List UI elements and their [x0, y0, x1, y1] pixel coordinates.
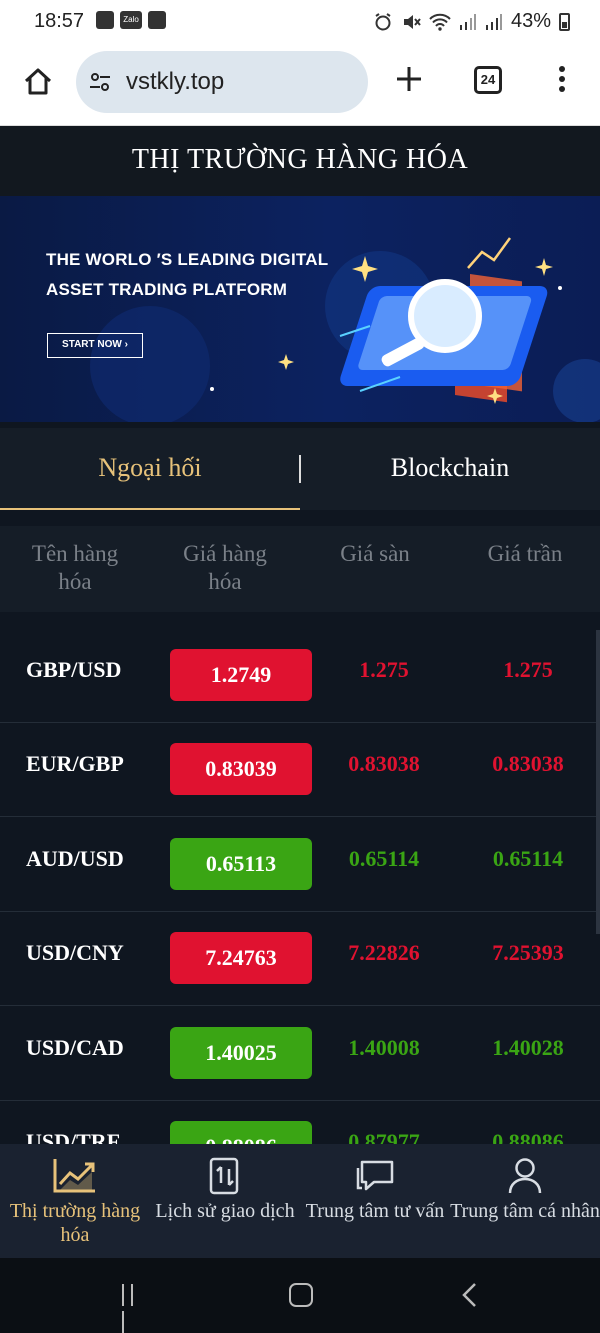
history-icon [209, 1157, 239, 1195]
promo-banner[interactable]: THE WORLO ′S LEADING DIGITAL ASSET TRADI… [0, 196, 600, 422]
col-floor-header: Giá sàn [340, 541, 410, 566]
nav-label: Lịch sử giao dịch [155, 1200, 295, 1222]
page-title: THỊ TRƯỜNG HÀNG HÓA [0, 126, 600, 196]
price-badge: 1.40025 [170, 1027, 312, 1079]
table-row[interactable]: EUR/GBP 0.83039 0.83038 0.83038 [0, 723, 600, 817]
ceiling-price: 0.65114 [492, 846, 564, 871]
nav-history[interactable]: Lịch sử giao dịch [150, 1144, 300, 1258]
col-price-header: Giá hàng hóa [183, 541, 267, 594]
mute-icon [403, 14, 421, 29]
table-row[interactable]: GBP/USD 1.2749 1.275 1.275 [0, 629, 600, 723]
ceiling-price: 1.40028 [492, 1035, 564, 1060]
scrollbar[interactable] [596, 630, 600, 934]
active-tab-indicator [0, 508, 300, 510]
table-header: Tên hàng hóa Giá hàng hóa Giá sàn Giá tr… [0, 526, 600, 612]
home-button[interactable] [289, 1283, 313, 1307]
browser-toolbar: vstkly.top 24 [0, 44, 600, 126]
ceiling-price: 1.275 [503, 657, 553, 682]
col-ceiling-header: Giá trần [487, 541, 563, 566]
symbol: USD/TRF [26, 1129, 121, 1144]
url-text[interactable]: vstkly.top [126, 68, 224, 96]
system-navigation-bar [0, 1258, 600, 1333]
banner-illustration [90, 237, 600, 422]
battery-icon [559, 12, 570, 31]
floor-price: 0.83038 [348, 751, 420, 776]
start-now-button[interactable]: START NOW › [47, 333, 143, 358]
tab-blockchain[interactable]: Blockchain [300, 428, 600, 510]
nav-label: Trung tâm tư vấn [305, 1200, 445, 1222]
price-badge: 0.65113 [170, 838, 312, 890]
banner-headline-1: THE WORLO ′S LEADING DIGITAL [46, 250, 329, 269]
table-row[interactable]: USD/CNY 7.24763 7.22826 7.25393 [0, 912, 600, 1006]
floor-price: 0.65114 [348, 846, 420, 871]
table-row[interactable]: AUD/USD 0.65113 0.65114 0.65114 [0, 818, 600, 912]
price-badge: 7.24763 [170, 932, 312, 984]
check-icon [148, 11, 166, 29]
alarm-icon [375, 12, 391, 30]
chat-icon [356, 1160, 394, 1191]
price-table: GBP/USD 1.2749 1.275 1.275 EUR/GBP 0.830… [0, 612, 600, 1144]
tab-switcher-button[interactable]: 24 [474, 66, 502, 94]
nav-label: Trung tâm cá nhân [450, 1200, 600, 1222]
col-name-header: Tên hàng hóa [31, 541, 119, 594]
table-row[interactable]: USD/TRF 0.88086 0.87977 0.88086 [0, 1101, 600, 1144]
price-badge: 0.83039 [170, 743, 312, 795]
bottom-navigation: Thị trường hàng hóa Lịch sử giao dịch Tr… [0, 1144, 600, 1258]
wifi-icon [429, 13, 451, 31]
price-badge: 0.88086 [170, 1121, 312, 1144]
gallery-icon [96, 11, 114, 29]
nav-market[interactable]: Thị trường hàng hóa [0, 1144, 150, 1258]
symbol: AUD/USD [26, 846, 124, 871]
signal-icon [459, 13, 476, 30]
user-icon [508, 1158, 542, 1194]
floor-price: 1.40008 [348, 1035, 420, 1060]
symbol: EUR/GBP [26, 751, 124, 776]
floor-price: 0.87977 [348, 1129, 420, 1144]
banner-headline-2: ASSET TRADING PLATFORM [46, 280, 288, 299]
site-settings-icon[interactable] [88, 70, 112, 94]
status-bar: 18:57 Zalo 43% [0, 0, 600, 44]
notification-icons: Zalo [96, 11, 166, 29]
new-tab-icon[interactable] [394, 64, 424, 94]
symbol: GBP/USD [26, 657, 122, 682]
ceiling-price: 0.83038 [492, 751, 564, 776]
symbol: USD/CNY [26, 940, 124, 965]
zalo-icon: Zalo [120, 11, 142, 29]
more-menu-icon[interactable] [552, 64, 572, 98]
status-time: 18:57 [34, 10, 85, 32]
signal-icon-2 [485, 13, 502, 30]
address-bar[interactable]: vstkly.top [76, 51, 368, 113]
nav-profile[interactable]: Trung tâm cá nhân [450, 1144, 600, 1258]
ceiling-price: 0.88086 [492, 1129, 564, 1144]
back-icon[interactable] [460, 1282, 480, 1308]
ceiling-price: 7.25393 [492, 940, 564, 965]
system-icons: 43% [373, 10, 570, 33]
symbol: USD/CAD [26, 1035, 124, 1060]
table-row[interactable]: USD/CAD 1.40025 1.40008 1.40028 [0, 1007, 600, 1101]
floor-price: 7.22826 [348, 940, 420, 965]
tab-divider [299, 455, 301, 483]
tab-forex[interactable]: Ngoại hối [0, 428, 300, 510]
recents-button[interactable] [122, 1284, 146, 1333]
battery-percent: 43% [510, 10, 551, 32]
chart-icon [53, 1159, 95, 1193]
nav-label: Thị trường hàng hóa [9, 1200, 141, 1246]
nav-support[interactable]: Trung tâm tư vấn [300, 1144, 450, 1258]
price-badge: 1.2749 [170, 649, 312, 701]
home-icon[interactable] [22, 66, 54, 98]
floor-price: 1.275 [359, 657, 409, 682]
